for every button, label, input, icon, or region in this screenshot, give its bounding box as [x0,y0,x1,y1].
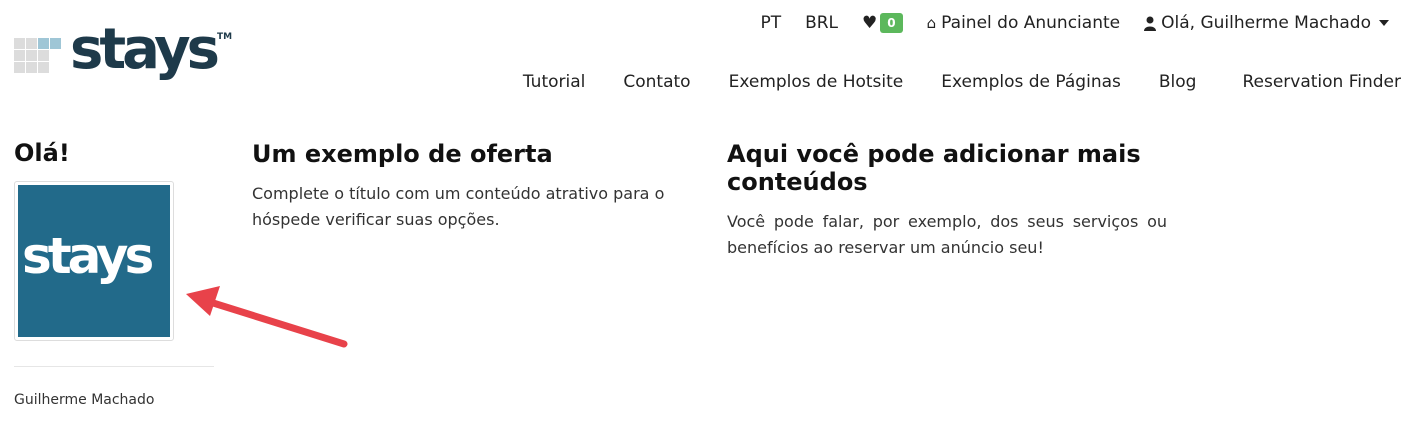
main-nav: Tutorial Contato Exemplos de Hotsite Exe… [485,72,1401,98]
host-panel-label: Painel do Anunciante [941,13,1121,33]
arrow-annotation [186,286,348,348]
logo-trademark: TM [217,32,233,42]
logo-wordmark: stays [70,17,220,82]
avatar[interactable]: stays [14,181,174,341]
nav-item-exemplos-paginas[interactable]: Exemplos de Páginas [941,72,1121,98]
favorites-link[interactable]: ♥ 0 [862,13,903,33]
offer-text: Complete o título com um conteúdo atrati… [252,184,665,229]
sidebar-user-name: Guilherme Machado [14,392,155,408]
nav-item-tutorial[interactable]: Tutorial [523,72,586,98]
favorites-count-badge: 0 [880,13,903,33]
more-content-text: Você pode falar, por exemplo, dos seus s… [727,212,1167,257]
host-panel-link[interactable]: ⌂ Painel do Anunciante [927,13,1120,33]
user-icon [1144,16,1157,31]
nav-item-contato[interactable]: Contato [623,72,690,98]
avatar-logo-text: stays [22,227,154,285]
currency-selector[interactable]: BRL [805,13,838,33]
nav-item-reservation-finder[interactable]: Reservation Finder [1242,72,1401,98]
avatar-image: stays [18,185,170,337]
language-selector[interactable]: PT [760,13,781,33]
user-greeting: Olá, Guilherme Machado [1161,13,1371,33]
sidebar-greeting: Olá! [14,139,70,167]
caret-down-icon [1379,20,1389,26]
heart-icon: ♥ [862,13,878,33]
nav-item-exemplos-hotsite[interactable]: Exemplos de Hotsite [729,72,904,98]
more-content-title: Aqui você pode adicionar mais conteúdos [727,140,1141,196]
logo-grid-icon [14,38,64,74]
top-utility-bar: PT BRL ♥ 0 ⌂ Painel do Anunciante Olá, G… [736,10,1389,36]
nav-item-blog[interactable]: Blog [1159,72,1197,98]
site-logo[interactable]: stays TM [14,20,234,86]
user-menu[interactable]: Olá, Guilherme Machado [1144,13,1389,33]
sidebar-divider [14,366,214,367]
home-icon: ⌂ [926,14,937,32]
offer-title: Um exemplo de oferta [252,140,553,168]
